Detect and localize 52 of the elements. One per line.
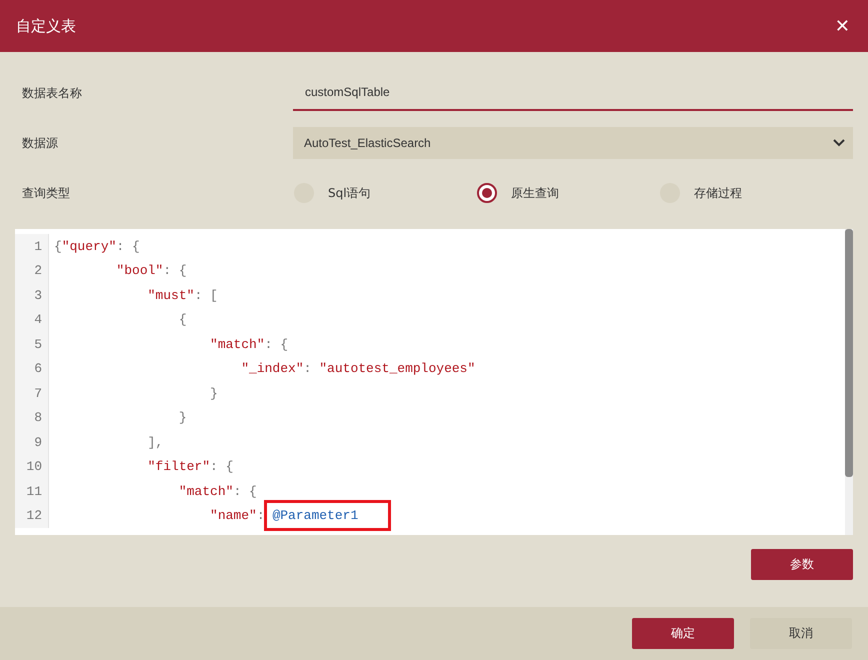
line-number: 2 [15,258,49,283]
line-number: 3 [15,283,49,308]
code-punctuation: { [54,238,62,254]
cancel-button[interactable]: 取消 [750,618,852,649]
line-number: 5 [15,332,49,356]
code-punctuation: } [209,386,218,401]
field-label: 数据表名称 [21,84,83,102]
code-string: "_index" [240,361,304,376]
input-field[interactable]: customSqlTable [293,75,853,111]
code-punctuation: : { [210,459,234,474]
line-number: 6 [15,356,49,381]
line-number: 8 [15,406,49,430]
confirm-button[interactable]: 确定 [632,618,734,649]
dropdown[interactable]: AutoTest_ElasticSearch [293,127,853,159]
code-string: "autotest_employees" [319,361,476,376]
line-number: 11 [15,479,49,504]
code-punctuation: : [ [194,288,218,303]
code-string: "match" [178,484,234,499]
field-label: 数据源 [21,134,59,152]
line-number: 1 [15,234,49,258]
radio-label: 存储过程 [694,184,742,202]
code-string: "match" [209,336,265,352]
code-punctuation: : [304,361,312,376]
code-punctuation: { [178,312,187,328]
code-punctuation: } [178,410,187,426]
field-label: 查询类型 [21,184,71,202]
line-number: 12 [15,504,49,528]
radio-label: 原生查询 [511,184,559,202]
code-punctuation: ], [146,434,164,450]
code-punctuation: : [256,508,266,524]
radio-label: Sql语句 [328,184,371,202]
code-string: "bool" [115,263,164,278]
line-number: 9 [15,430,49,454]
code-editor[interactable]: 1 {"query": { 2 "bool": { 3 "must": [ 4 { 5 "match": { 6 "_index": "autotest_employees" 7 } 8 } 9 ], 10 "filter": { 11 "match": { 12 "name": @Parameter1 [15,229,853,535]
code-string: "name" [209,508,257,524]
window-title: 自定义表 [16,16,76,36]
code-punctuation: : { [163,263,187,278]
code-parameter: @Parameter1 [272,508,358,524]
line-number: 10 [15,454,49,479]
code-string: "must" [146,288,194,303]
scrollbar-thumb[interactable] [845,229,853,477]
code-punctuation: : { [264,336,288,352]
line-number: 4 [15,308,49,332]
parameters-button[interactable]: 参数 [751,549,853,580]
radio-button[interactable] [477,183,497,203]
line-number: 7 [15,381,49,406]
code-punctuation: : { [233,484,257,499]
code-punctuation: : { [116,238,140,254]
code-string: "filter" [146,459,210,474]
chevron-down-icon [833,139,845,147]
code-string: "query" [62,238,116,254]
close-button[interactable]: ✕ [834,16,850,36]
